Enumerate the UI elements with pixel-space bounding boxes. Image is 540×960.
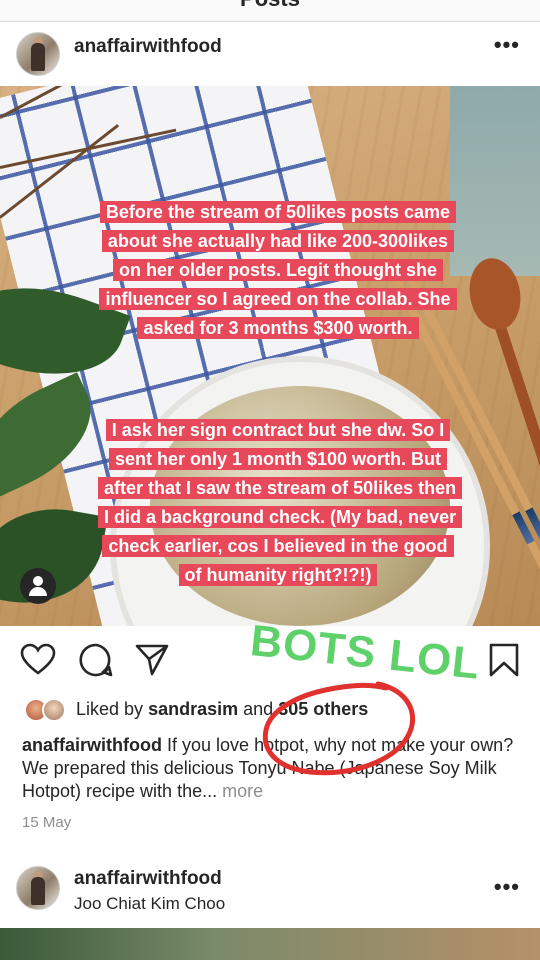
- caption-username[interactable]: anaffairwithfood: [22, 735, 162, 755]
- more-dots-icon[interactable]: •••: [494, 32, 520, 58]
- story-text-paragraph-1: Before the stream of 50likes posts came …: [99, 201, 457, 339]
- heart-icon[interactable]: [20, 642, 56, 678]
- liker-avatar: [42, 698, 66, 722]
- comment-icon[interactable]: [78, 642, 114, 678]
- avatar[interactable]: [16, 32, 60, 76]
- likes-user[interactable]: sandrasim: [148, 699, 238, 719]
- avatar[interactable]: [16, 866, 60, 910]
- annotation-circle: [262, 681, 415, 776]
- story-text-2: I ask her sign contract but she dw. So I…: [98, 416, 463, 590]
- post-image[interactable]: Before the stream of 50likes posts came …: [0, 86, 540, 626]
- bookmark-icon[interactable]: [486, 642, 522, 678]
- post-location[interactable]: Joo Chiat Kim Choo: [74, 894, 225, 914]
- top-bar: Posts: [0, 0, 540, 22]
- page-title: Posts: [0, 0, 540, 12]
- story-text-1: Before the stream of 50likes posts came …: [98, 198, 458, 343]
- story-text-paragraph-2: I ask her sign contract but she dw. So I…: [98, 419, 463, 586]
- post-username[interactable]: anaffairwithfood: [74, 36, 222, 58]
- post-image[interactable]: [0, 928, 540, 960]
- post-username[interactable]: anaffairwithfood: [74, 868, 222, 890]
- likes-prefix: Liked by: [76, 699, 144, 719]
- more-dots-icon[interactable]: •••: [494, 874, 520, 900]
- caption-more-link[interactable]: more: [222, 781, 263, 801]
- post-header: anaffairwithfood Joo Chiat Kim Choo •••: [0, 860, 540, 920]
- share-icon[interactable]: [134, 642, 170, 678]
- user-tag-icon[interactable]: [20, 568, 56, 604]
- post-header: anaffairwithfood •••: [0, 22, 540, 82]
- post-date: 15 May: [22, 814, 72, 831]
